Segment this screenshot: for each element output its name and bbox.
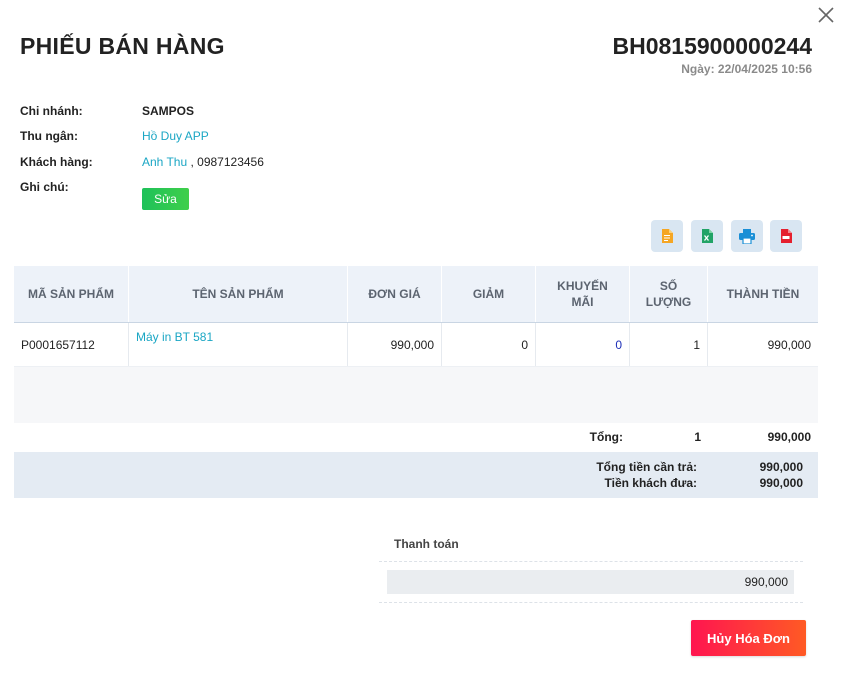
col-header-qty-line2: LƯỢNG bbox=[645, 295, 692, 309]
document-icon bbox=[662, 229, 673, 243]
invoice-date: Ngày: 22/04/2025 10:56 bbox=[681, 62, 812, 76]
cell-total: 990,000 bbox=[767, 337, 811, 352]
table-row: P0001657112 Máy in BT 581 990,000 0 0 1 … bbox=[14, 323, 818, 367]
table-empty-area bbox=[14, 367, 818, 423]
close-button[interactable] bbox=[817, 6, 835, 24]
payable-label: Tổng tiền cần trả: bbox=[596, 460, 697, 474]
print-button[interactable] bbox=[731, 220, 763, 252]
print-icon bbox=[739, 228, 755, 244]
payable-value: 990,000 bbox=[759, 460, 803, 474]
note-label: Ghi chú: bbox=[20, 180, 69, 194]
col-header-code: MÃ SẢN PHẨM bbox=[14, 266, 129, 322]
total-amount: 990,000 bbox=[767, 430, 811, 444]
branch-label: Chi nhánh: bbox=[20, 104, 83, 118]
col-header-promo-line2: MÃI bbox=[571, 295, 594, 309]
col-header-discount: GIẢM bbox=[442, 266, 536, 322]
customer-link[interactable]: Anh Thu bbox=[142, 155, 187, 169]
edit-note-button[interactable]: Sửa bbox=[142, 188, 189, 210]
cell-product-name[interactable]: Máy in BT 581 bbox=[129, 323, 348, 366]
customer-label: Khách hàng: bbox=[20, 155, 93, 169]
cell-qty: 1 bbox=[630, 323, 708, 366]
export-pdf-button[interactable] bbox=[770, 220, 802, 252]
customer-row: Khách hàng: Anh Thu , 0987123456 bbox=[20, 155, 264, 169]
customer-phone: , 0987123456 bbox=[187, 155, 264, 169]
payment-amount: 990,000 bbox=[387, 570, 794, 594]
export-excel-button[interactable] bbox=[691, 220, 723, 252]
cell-price: 990,000 bbox=[348, 323, 442, 366]
table-header: MÃ SẢN PHẨM TÊN SẢN PHẨM ĐƠN GIÁ GIẢM KH… bbox=[14, 266, 818, 323]
close-icon bbox=[818, 7, 834, 23]
col-header-qty: SỐ LƯỢNG bbox=[630, 266, 708, 322]
total-qty: 1 bbox=[694, 430, 701, 444]
col-header-name: TÊN SẢN PHẨM bbox=[129, 266, 348, 322]
excel-icon bbox=[702, 229, 713, 243]
col-header-promo-line1: KHUYẾN bbox=[557, 279, 608, 293]
cashier-label: Thu ngân: bbox=[20, 129, 78, 143]
export-document-button[interactable] bbox=[651, 220, 683, 252]
cashier-link[interactable]: Hồ Duy APP bbox=[142, 129, 209, 143]
total-row: Tổng: 1 990,000 bbox=[14, 424, 818, 452]
cancel-invoice-button[interactable]: Hủy Hóa Đơn bbox=[691, 620, 806, 656]
paid-label: Tiền khách đưa: bbox=[604, 476, 698, 490]
invoice-code: BH0815900000244 bbox=[612, 33, 812, 59]
cell-discount: 0 bbox=[442, 323, 536, 366]
divider bbox=[379, 561, 803, 562]
payment-title: Thanh toán bbox=[394, 537, 459, 551]
payment-summary: Tổng tiền cần trả: 990,000 Tiền khách đư… bbox=[14, 452, 818, 498]
pdf-icon bbox=[781, 229, 792, 243]
divider bbox=[379, 602, 803, 603]
col-header-total: THÀNH TIỀN bbox=[726, 287, 800, 301]
note-row: Ghi chú: bbox=[20, 180, 142, 194]
branch-value: SAMPOS bbox=[142, 104, 195, 118]
cell-code: P0001657112 bbox=[14, 323, 129, 366]
col-header-qty-line1: SỐ bbox=[659, 279, 678, 293]
total-label: Tổng: bbox=[589, 430, 623, 444]
product-table: MÃ SẢN PHẨM TÊN SẢN PHẨM ĐƠN GIÁ GIẢM KH… bbox=[14, 266, 818, 423]
cashier-row: Thu ngân: Hồ Duy APP bbox=[20, 129, 209, 143]
branch-row: Chi nhánh: SAMPOS bbox=[20, 104, 194, 118]
col-header-price: ĐƠN GIÁ bbox=[348, 266, 442, 322]
cell-promo[interactable]: 0 bbox=[536, 323, 630, 366]
page-title: PHIẾU BÁN HÀNG bbox=[20, 33, 225, 59]
col-header-promo: KHUYẾN MÃI bbox=[536, 266, 630, 322]
paid-value: 990,000 bbox=[759, 476, 803, 490]
